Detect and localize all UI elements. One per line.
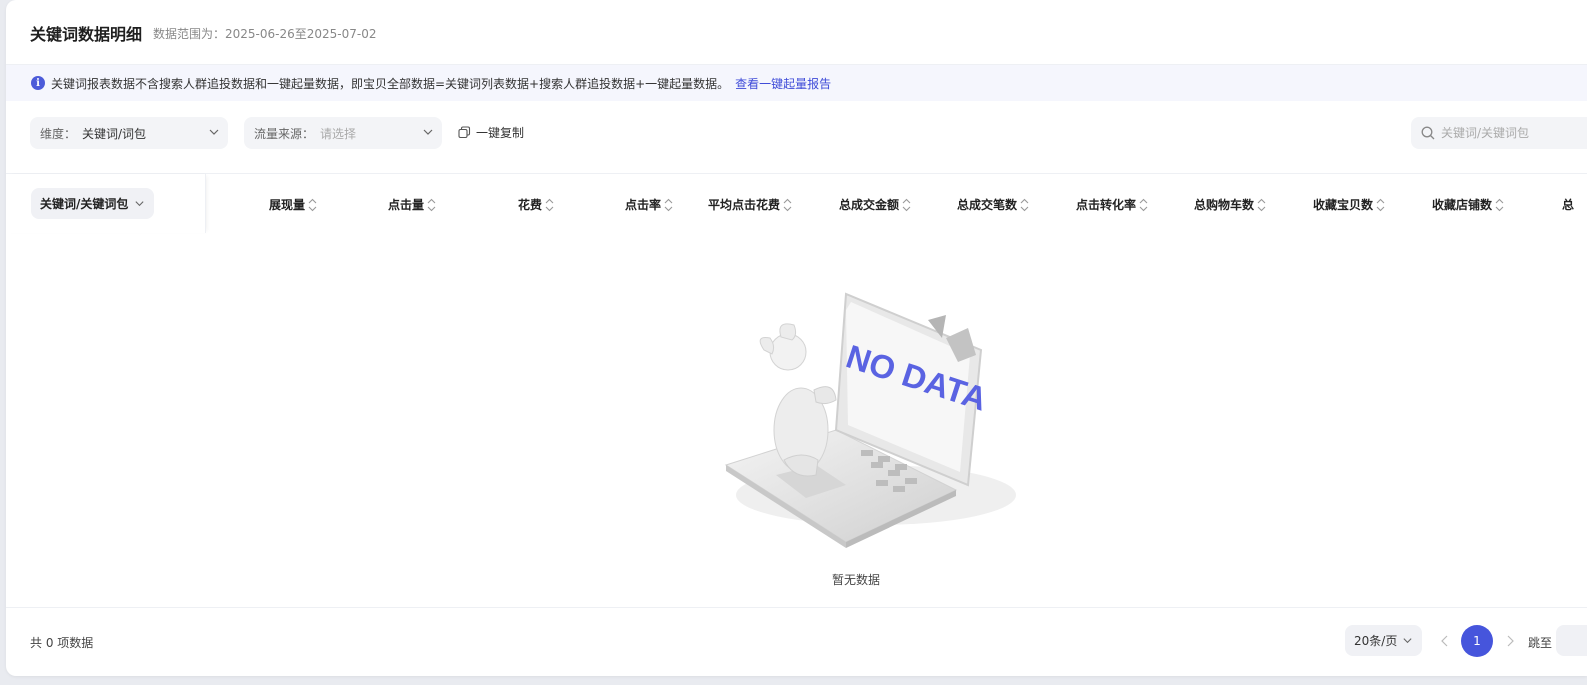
traffic-source-label: 流量来源：: [254, 126, 315, 141]
table-footer: 共 0 项数据 20条/页 1 跳至: [6, 607, 1587, 676]
chevron-down-icon: [1403, 638, 1412, 644]
sort-icon: [1139, 198, 1148, 211]
dimension-select[interactable]: 维度： 关键词/词包: [30, 117, 228, 149]
column-ctr[interactable]: 点击率: [625, 196, 673, 213]
column-label: 收藏宝贝数: [1313, 198, 1374, 212]
page-title: 关键词数据明细: [30, 25, 143, 44]
sort-icon: [783, 198, 792, 211]
sort-icon: [902, 198, 911, 211]
search-input[interactable]: [1441, 126, 1587, 140]
column-avg-cpc[interactable]: 平均点击花费: [708, 196, 792, 213]
panel-header: 关键词数据明细 数据范围为：2025-06-26至2025-07-02: [6, 0, 1587, 65]
chevron-down-icon: [209, 129, 219, 135]
sort-icon: [308, 198, 317, 211]
copy-icon: [458, 126, 471, 139]
page-size-select[interactable]: 20条/页: [1345, 625, 1423, 656]
column-cost[interactable]: 花费: [518, 196, 554, 213]
copy-label: 一键复制: [476, 126, 525, 140]
sort-icon: [1495, 198, 1504, 211]
column-label: 点击转化率: [1076, 198, 1137, 212]
column-conversion-rate[interactable]: 点击转化率: [1076, 196, 1148, 213]
column-label: 总: [1562, 198, 1575, 212]
total-count: 共 0 项数据: [30, 636, 94, 650]
column-orders[interactable]: 总成交笔数: [957, 196, 1029, 213]
column-label: 点击率: [625, 198, 662, 212]
page-1-button[interactable]: 1: [1461, 625, 1493, 657]
column-label: 收藏店铺数: [1432, 198, 1493, 212]
prev-page-icon[interactable]: [1440, 635, 1450, 647]
sort-icon: [1257, 198, 1266, 211]
notice-bar: i 关键词报表数据不含搜索人群追投数据和一键起量数据，即宝贝全部数据=关键词列表…: [6, 65, 1587, 101]
column-clicks[interactable]: 点击量: [388, 196, 436, 213]
column-item-favorites[interactable]: 收藏宝贝数: [1313, 196, 1385, 213]
page-size-value: 20条/页: [1354, 634, 1398, 648]
column-impressions[interactable]: 展现量: [269, 196, 317, 213]
jump-page-input[interactable]: [1556, 625, 1587, 656]
chevron-down-icon: [135, 201, 144, 207]
one-click-copy-button[interactable]: 一键复制: [458, 124, 524, 141]
column-label: 点击量: [388, 198, 425, 212]
column-label: 花费: [518, 198, 543, 212]
sort-icon: [545, 198, 554, 211]
traffic-source-placeholder: 请选择: [320, 126, 357, 141]
no-data-illustration: NO DATA: [724, 292, 1016, 548]
sort-icon: [664, 198, 673, 211]
keyword-data-panel: 关键词数据明细 数据范围为：2025-06-26至2025-07-02 i 关键…: [6, 0, 1587, 676]
column-label: 平均点击花费: [708, 198, 781, 212]
table-header: 关键词/关键词包 展现量 点击量 花费 点击率 平均点击花费 总成交金额 总成交…: [6, 173, 1587, 233]
jump-label: 跳至: [1528, 636, 1553, 650]
keyword-column-dropdown[interactable]: 关键词/关键词包: [31, 188, 155, 219]
column-truncated[interactable]: 总: [1562, 196, 1574, 213]
column-label: 总成交金额: [839, 198, 900, 212]
sort-icon: [1376, 198, 1385, 211]
column-label: 展现量: [269, 198, 306, 212]
search-icon: [1421, 126, 1435, 140]
date-range-text: 数据范围为：2025-06-26至2025-07-02: [153, 27, 377, 41]
column-label: 总成交笔数: [957, 198, 1018, 212]
one-click-boost-report-link[interactable]: 查看一键起量报告: [735, 75, 831, 92]
column-label: 总购物车数: [1194, 198, 1255, 212]
fixed-first-column: 关键词/关键词包: [6, 174, 206, 233]
traffic-source-select[interactable]: 流量来源： 请选择: [244, 117, 442, 149]
dimension-label: 维度：: [40, 126, 77, 141]
sort-icon: [427, 198, 436, 211]
dimension-value: 关键词/词包: [82, 126, 147, 141]
column-cart-adds[interactable]: 总购物车数: [1194, 196, 1266, 213]
chevron-down-icon: [423, 129, 433, 135]
search-box: [1411, 117, 1587, 149]
column-shop-favorites[interactable]: 收藏店铺数: [1432, 196, 1504, 213]
next-page-icon[interactable]: [1505, 635, 1515, 647]
notice-text: 关键词报表数据不含搜索人群追投数据和一键起量数据，即宝贝全部数据=关键词列表数据…: [51, 76, 730, 91]
sort-icon: [1020, 198, 1029, 211]
empty-text: 暂无数据: [832, 573, 881, 587]
keyword-column-label: 关键词/关键词包: [40, 197, 129, 211]
column-gmv[interactable]: 总成交金额: [839, 196, 911, 213]
info-icon: i: [31, 76, 45, 90]
